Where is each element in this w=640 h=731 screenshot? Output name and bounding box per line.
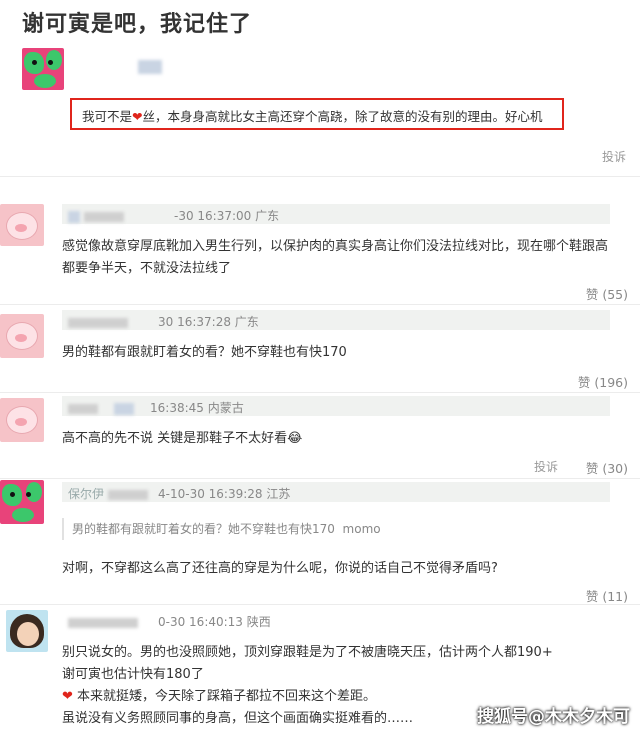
report-link[interactable]: 投诉 xyxy=(602,148,626,165)
divider xyxy=(0,176,640,177)
like-button[interactable]: 赞 (30) xyxy=(586,458,628,477)
divider xyxy=(0,304,640,305)
heart-icon: ❤ xyxy=(62,689,73,704)
poster-avatar[interactable] xyxy=(22,48,64,90)
comment-text: 对啊，不穿都这么高了还往高的穿是为什么呢，你说的话自己不觉得矛盾吗? xyxy=(62,561,498,576)
comment-timestamp: 30 16:37:28 广东 xyxy=(158,315,259,329)
quoted-author: momo xyxy=(342,522,381,536)
comment-timestamp: -30 16:37:00 广东 xyxy=(174,209,280,223)
post-text-end: 丝，本身身高就比女主高还穿个高跷，除了故意的没有别的理由。好心机 xyxy=(142,109,543,124)
page-title: 谢可寅是吧，我记住了 xyxy=(22,12,253,37)
poster-username-blurred xyxy=(138,60,162,74)
like-button[interactable]: 赞 (11) xyxy=(586,586,628,605)
comment-avatar[interactable] xyxy=(0,480,44,524)
laughing-emoji-icon: 😂 xyxy=(287,431,303,446)
comment-meta: 保尔伊 4-10-30 16:39:28 江苏 xyxy=(62,482,610,502)
post-text-start: 我可不是 xyxy=(82,109,133,124)
comment-avatar[interactable] xyxy=(0,398,44,442)
comment-text-line: 虽说没有义务照顾同事的身高，但这个画面确实挺难看的…… xyxy=(62,711,414,726)
quoted-text: 男的鞋都有跟就盯着女的看？她不穿鞋也有快170 xyxy=(72,522,335,536)
comment-avatar[interactable] xyxy=(6,610,48,652)
like-button[interactable]: 赞 (55) xyxy=(586,284,628,303)
heart-icon: ❤ xyxy=(132,109,143,124)
divider xyxy=(0,604,640,605)
comment-meta: 16:38:45 内蒙古 xyxy=(62,396,610,416)
comment-text: 男的鞋都有跟就盯着女的看？她不穿鞋也有快170 xyxy=(62,345,347,360)
watermark: 搜狐号@木木夕木可 xyxy=(477,707,630,727)
like-button[interactable]: 赞 (196) xyxy=(578,372,628,391)
comment-text: 感觉像故意穿厚底靴加入男生行列，以保护肉的真实身高让你们没法拉线对比，现在哪个鞋… xyxy=(62,239,609,276)
comment-text-body: 本来就挺矮，今天除了踩箱子都拉不回来这个差距。 xyxy=(77,689,377,704)
comment-meta: 30 16:37:28 广东 xyxy=(62,310,610,330)
divider xyxy=(0,478,640,479)
comment-avatar[interactable] xyxy=(0,314,44,358)
comment-username-partial: 保尔伊 xyxy=(68,487,105,501)
divider xyxy=(0,392,640,393)
comment-timestamp: 0-30 16:40:13 陕西 xyxy=(158,615,271,629)
comment-avatar[interactable] xyxy=(0,204,44,246)
comment-timestamp: 16:38:45 内蒙古 xyxy=(150,401,244,415)
comment-text-line: 谢可寅也估计快有180了 xyxy=(62,667,204,682)
comment-meta: -30 16:37:00 广东 xyxy=(62,204,610,224)
report-link[interactable]: 投诉 xyxy=(534,458,558,475)
comment-meta: 0-30 16:40:13 陕西 xyxy=(62,610,610,630)
comment-timestamp: 4-10-30 16:39:28 江苏 xyxy=(158,487,291,501)
highlighted-post-text: 我可不是❤丝，本身身高就比女主高还穿个高跷，除了故意的没有别的理由。好心机 xyxy=(70,98,564,130)
comment-text-line: 别只说女的。男的也没照顾她，顶刘穿跟鞋是为了不被唐晓天压，估计两个人都190+ xyxy=(62,645,553,660)
quoted-reply: 男的鞋都有跟就盯着女的看？她不穿鞋也有快170 momo xyxy=(62,518,622,540)
comment-text-body: 高不高的先不说 关键是那鞋子不太好看 xyxy=(62,431,288,446)
comment-text: 高不高的先不说 关键是那鞋子不太好看😂 xyxy=(62,428,610,450)
